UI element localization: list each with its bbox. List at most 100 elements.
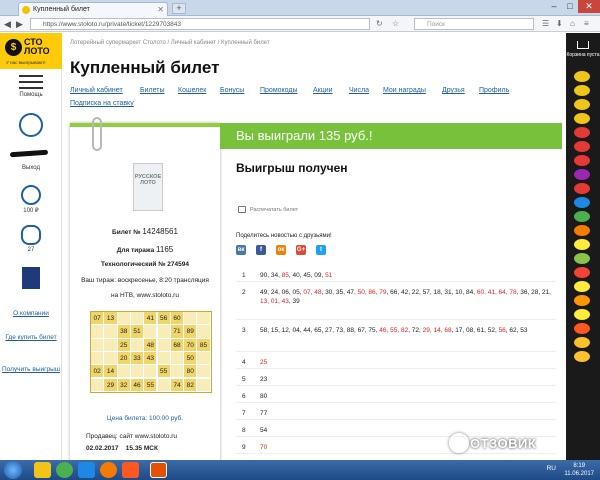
get-prize-link[interactable]: Получить выигрыш: [2, 365, 60, 374]
lottery-game-icon[interactable]: [574, 351, 590, 362]
lottery-game-icon[interactable]: [574, 197, 590, 208]
url-bar[interactable]: https://www.stoloto.ru/private/ticket/12…: [30, 18, 370, 30]
ticket-grid-cell: 38: [117, 325, 131, 339]
chrome-taskbar-icon[interactable]: [56, 462, 73, 478]
menu-icon[interactable]: ≡: [584, 19, 589, 28]
user-icon: [19, 113, 43, 137]
main-content: Лотерейный супермаркет Столото / Личный …: [62, 33, 566, 460]
draw-row-number: 3: [242, 327, 246, 334]
lottery-game-icon[interactable]: [574, 141, 590, 152]
menu-item-promocodes[interactable]: Промокоды: [260, 87, 298, 94]
ticket-grid-cell: 33: [130, 351, 145, 366]
ticket-grid-cell: 29: [104, 378, 118, 392]
ticket-card: РУССКОЕ ЛОТО Билет № 14248561 Для тиража…: [70, 117, 220, 460]
cart-status[interactable]: Корзина пуста: [566, 41, 600, 59]
lottery-game-icon[interactable]: [574, 85, 590, 96]
lottery-game-icon[interactable]: [574, 323, 590, 334]
menu-item-awards[interactable]: Мои награды: [383, 87, 426, 94]
bookmark-star-icon[interactable]: ☆: [392, 19, 399, 28]
ticket-grid-cell: 56: [157, 312, 171, 326]
ie-taskbar-icon[interactable]: [78, 462, 95, 478]
bonus-button[interactable]: 27: [0, 225, 62, 253]
ticket-grid-cell: [197, 365, 211, 379]
ticket-grid-cell: 71: [170, 325, 185, 339]
menu-item-bonuses[interactable]: Бонусы: [220, 87, 244, 94]
lottery-game-icon[interactable]: [574, 113, 590, 124]
maximize-icon[interactable]: □: [562, 0, 578, 13]
odnoklassniki-share-icon[interactable]: ок: [276, 245, 286, 255]
exit-button[interactable]: Выход: [0, 165, 62, 171]
cart-label: Корзина пуста: [566, 52, 600, 58]
forward-icon[interactable]: ▶: [16, 18, 23, 30]
downloads-icon[interactable]: ⬇: [556, 19, 563, 28]
app-taskbar-icon[interactable]: [122, 462, 139, 478]
lottery-game-icon[interactable]: [574, 239, 590, 250]
draw-row-number: 6: [242, 393, 246, 400]
menu-item-subscription[interactable]: Подписка на ставку: [70, 100, 134, 107]
menu-item-profile[interactable]: Профиль: [479, 87, 509, 94]
draw-row-values: 49, 24, 06, 05, 07, 48, 30, 35, 47, 50, …: [260, 289, 551, 305]
help-label: Помощь: [19, 92, 43, 98]
lottery-game-icon[interactable]: [574, 295, 590, 306]
profile-button[interactable]: [0, 113, 62, 139]
menu-item-promotions[interactable]: Акции: [313, 87, 333, 94]
browser-tab[interactable]: Купленный билет ✕: [18, 2, 168, 16]
explorer-taskbar-icon[interactable]: [34, 462, 51, 478]
twitter-share-icon[interactable]: t: [316, 245, 326, 255]
menu-item-account[interactable]: Личный кабинет: [70, 87, 123, 94]
firefox-taskbar-icon[interactable]: [100, 462, 117, 478]
home-icon[interactable]: ⌂: [570, 19, 575, 28]
russian-loto-logo-text: РУССКОЕ ЛОТО: [134, 174, 162, 186]
menu-item-tickets[interactable]: Билеты: [140, 87, 165, 94]
breadcrumb[interactable]: Лотерейный супермаркет Столото / Личный …: [70, 40, 270, 46]
lottery-game-icon[interactable]: [574, 127, 590, 138]
search-input[interactable]: Поиск: [414, 18, 534, 30]
lottery-game-icon[interactable]: [574, 183, 590, 194]
stoloto-logo[interactable]: $ СТО ЛОТО У нас выигрывают!: [0, 33, 62, 69]
lottery-game-icon[interactable]: [574, 225, 590, 236]
close-window-icon[interactable]: ✕: [578, 0, 600, 13]
lottery-game-icon[interactable]: [574, 169, 590, 180]
bookmarks-icon[interactable]: ☰: [542, 19, 549, 28]
facebook-share-icon[interactable]: f: [256, 245, 266, 255]
printer-icon[interactable]: [238, 206, 246, 213]
lottery-game-icon[interactable]: [574, 267, 590, 278]
print-ticket-link[interactable]: Распечатать билет: [250, 207, 298, 213]
ticket-grid-cell: [157, 351, 171, 366]
cart-icon: [577, 41, 589, 49]
lottery-game-icon[interactable]: [574, 309, 590, 320]
lottery-game-icon[interactable]: [574, 281, 590, 292]
ticket-grid-cell: [104, 325, 118, 339]
ticket-grid-cell: [130, 338, 145, 352]
menu-item-friends[interactable]: Друзья: [442, 87, 465, 94]
menu-item-numbers[interactable]: Числа: [349, 87, 369, 94]
ticket-grid-cell: 55: [144, 378, 158, 392]
lottery-game-icon[interactable]: [574, 337, 590, 348]
vk-share-icon[interactable]: вк: [236, 245, 246, 255]
back-icon[interactable]: ◀: [4, 18, 11, 30]
win-status: Выигрыш получен: [236, 161, 348, 175]
about-link[interactable]: О компании: [2, 309, 60, 318]
close-tab-icon[interactable]: ✕: [157, 3, 164, 16]
wallet-button[interactable]: 100 ₽: [0, 185, 62, 214]
lottery-game-icon[interactable]: [574, 155, 590, 166]
lottery-game-icon[interactable]: [574, 253, 590, 264]
google-plus-share-icon[interactable]: G+: [296, 245, 306, 255]
lottery-game-icon[interactable]: [574, 71, 590, 82]
active-browser-taskbar-icon[interactable]: [150, 462, 167, 478]
ticket-grid-cell: [104, 338, 118, 352]
partner-logo[interactable]: [0, 267, 62, 289]
reload-icon[interactable]: ↻: [376, 19, 383, 28]
language-indicator[interactable]: RU: [547, 465, 556, 472]
new-tab-button[interactable]: +: [172, 3, 186, 14]
minimize-icon[interactable]: –: [546, 0, 562, 13]
system-clock[interactable]: 8:19 11.06.2017: [564, 462, 594, 478]
where-to-buy-link[interactable]: Где купить билет: [2, 333, 60, 342]
navigation-bar: ◀ ▶ https://www.stoloto.ru/private/ticke…: [0, 16, 600, 32]
lottery-game-icon[interactable]: [574, 211, 590, 222]
help-button[interactable]: Помощь: [0, 75, 62, 98]
tab-title: Купленный билет: [33, 6, 90, 13]
start-button[interactable]: [4, 461, 22, 479]
menu-item-wallet[interactable]: Кошелек: [178, 87, 206, 94]
lottery-game-icon[interactable]: [574, 99, 590, 110]
